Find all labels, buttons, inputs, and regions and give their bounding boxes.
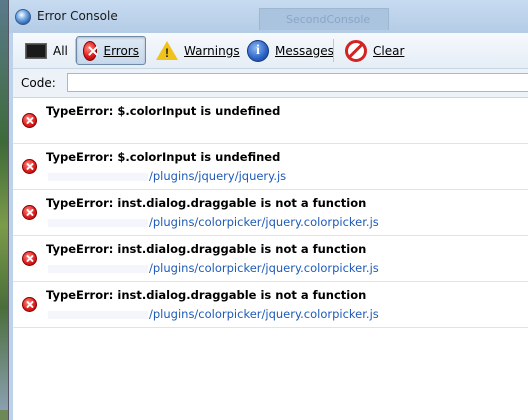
- message-source-link[interactable]: /plugins/colorpicker/jquery.colorpicker.…: [149, 307, 379, 321]
- error-icon: [22, 113, 37, 128]
- clear-label: Clear: [373, 43, 405, 58]
- warning-icon: !: [156, 41, 178, 60]
- message-source-link[interactable]: /plugins/colorpicker/jquery.colorpicker.…: [149, 261, 379, 275]
- console-icon: [25, 42, 47, 59]
- message-source-link[interactable]: /plugins/colorpicker/jquery.colorpicker.…: [149, 215, 379, 229]
- error-icon: [22, 159, 37, 174]
- messages-button[interactable]: i Messages: [241, 36, 340, 65]
- toolbar: All Errors ! Warnings i Messages Clear: [13, 33, 528, 69]
- message-text: TypeError: inst.dialog.draggable is not …: [46, 196, 367, 210]
- title-bar[interactable]: Error Console SecondConsole: [9, 0, 528, 33]
- message-text: TypeError: inst.dialog.draggable is not …: [46, 242, 367, 256]
- errors-button[interactable]: Errors: [76, 36, 146, 65]
- background-window-tab: SecondConsole: [259, 8, 389, 30]
- message-source-link[interactable]: /plugins/jquery/jquery.js: [149, 169, 286, 183]
- code-input[interactable]: [67, 73, 528, 92]
- code-label: Code:: [21, 76, 56, 90]
- code-bar: Code:: [13, 69, 528, 98]
- message-text: TypeError: inst.dialog.draggable is not …: [46, 288, 367, 302]
- clear-icon: [345, 39, 367, 62]
- messages-label: Messages: [275, 43, 334, 58]
- redacted-path: [48, 311, 148, 319]
- error-icon: [22, 251, 37, 266]
- message-row[interactable]: TypeError: inst.dialog.draggable is not …: [13, 236, 528, 282]
- warnings-button[interactable]: ! Warnings: [150, 36, 246, 65]
- window-title: Error Console: [37, 9, 118, 23]
- message-row[interactable]: TypeError: $.colorInput is undefined /pl…: [13, 144, 528, 190]
- firefox-icon: [15, 9, 31, 25]
- error-console-window: Error Console SecondConsole All Errors !…: [8, 0, 528, 420]
- message-row[interactable]: TypeError: $.colorInput is undefined: [13, 98, 528, 144]
- all-label: All: [53, 43, 68, 58]
- message-list[interactable]: TypeError: $.colorInput is undefined Typ…: [13, 98, 528, 420]
- message-text: TypeError: $.colorInput is undefined: [46, 104, 281, 118]
- message-text: TypeError: $.colorInput is undefined: [46, 150, 281, 164]
- message-row[interactable]: TypeError: inst.dialog.draggable is not …: [13, 282, 528, 328]
- info-icon: i: [247, 39, 269, 62]
- errors-label: Errors: [103, 43, 139, 58]
- error-icon: [22, 297, 37, 312]
- error-icon: [83, 40, 98, 61]
- toolbar-separator: [333, 39, 334, 62]
- redacted-path: [48, 173, 148, 181]
- error-icon: [22, 205, 37, 220]
- redacted-path: [48, 265, 148, 273]
- warnings-label: Warnings: [184, 43, 240, 58]
- redacted-path: [48, 219, 148, 227]
- clear-button[interactable]: Clear: [339, 36, 410, 65]
- message-row[interactable]: TypeError: inst.dialog.draggable is not …: [13, 190, 528, 236]
- all-button[interactable]: All: [19, 36, 74, 65]
